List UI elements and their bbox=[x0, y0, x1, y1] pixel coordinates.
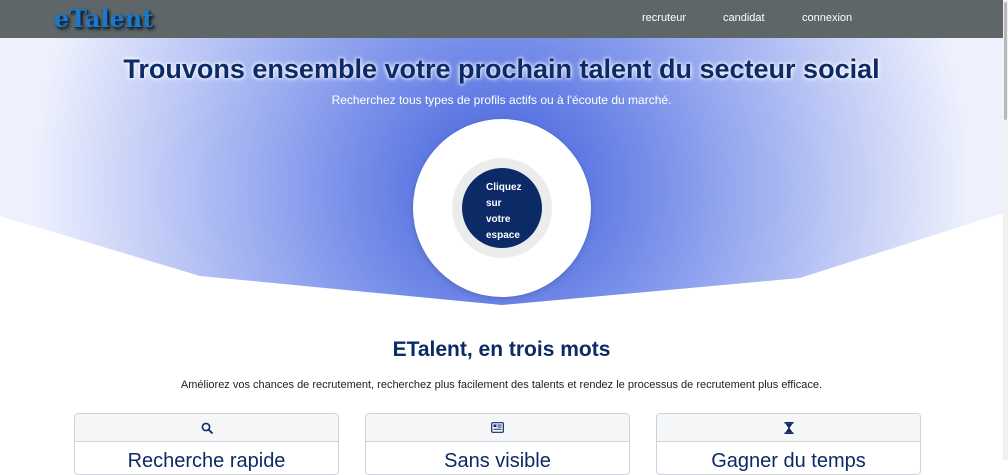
cta-line: sur bbox=[486, 198, 502, 209]
cta-line: espace bbox=[486, 230, 520, 241]
hourglass-icon bbox=[784, 421, 793, 434]
search-icon bbox=[201, 422, 213, 434]
scrollbar-thumb[interactable] bbox=[1004, 2, 1007, 120]
card-title: Gagner du temps bbox=[711, 450, 866, 472]
page-scrollbar[interactable] bbox=[1003, 0, 1008, 460]
cta-line: Cliquez bbox=[486, 182, 522, 193]
newspaper-icon bbox=[491, 422, 504, 433]
hero-subtitle: Recherchez tous types de profils actifs … bbox=[331, 93, 672, 107]
feature-card: Sans visible bbox=[365, 413, 630, 475]
section-description: Améliorez vos chances de recrutement, re… bbox=[180, 379, 823, 391]
cta-line: votre bbox=[486, 214, 511, 225]
nav-connexion[interactable]: connexion bbox=[802, 12, 852, 24]
logo[interactable]: eTalent bbox=[54, 4, 153, 33]
card-header bbox=[657, 414, 920, 442]
cta-label[interactable]: Cliquez sur votre espace bbox=[486, 180, 530, 244]
card-title: Recherche rapide bbox=[127, 450, 286, 472]
section-title: ETalent, en trois mots bbox=[392, 338, 611, 361]
hero-title: Trouvons ensemble votre prochain talent … bbox=[123, 54, 880, 84]
nav-candidat[interactable]: candidat bbox=[723, 12, 765, 24]
feature-card: Gagner du temps bbox=[656, 413, 921, 475]
nav-recruteur[interactable]: recruteur bbox=[642, 12, 686, 24]
navbar: eTalent recruteur candidat connexion bbox=[0, 0, 1003, 38]
card-header bbox=[366, 414, 629, 442]
card-header bbox=[75, 414, 338, 442]
feature-card: Recherche rapide bbox=[74, 413, 339, 475]
card-title: Sans visible bbox=[444, 450, 551, 472]
